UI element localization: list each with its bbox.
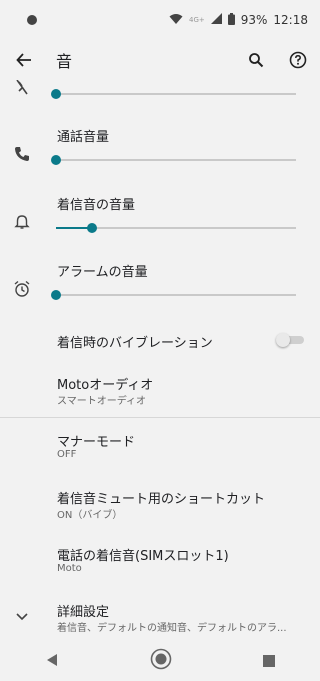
alarm-clock-icon (12, 279, 32, 299)
mute-shortcut-row[interactable]: 着信音ミュート用のショートカット ON（バイブ） (0, 482, 320, 526)
slider-track (56, 93, 296, 95)
nav-home-button[interactable] (150, 648, 172, 674)
alarm-volume-row: アラームの音量 (0, 255, 320, 309)
call-volume-label: 通話音量 (57, 130, 110, 145)
back-button[interactable] (10, 46, 38, 74)
ringtone-sub: Moto (57, 563, 82, 574)
slider-thumb[interactable] (51, 155, 61, 165)
ringtone-row[interactable]: 電話の着信音(SIMスロット1) Moto (0, 539, 320, 583)
phone-icon (12, 144, 32, 164)
search-icon (249, 53, 264, 68)
camera-dot-icon (27, 15, 37, 25)
slider-thumb[interactable] (87, 223, 97, 233)
media-muted-icon (12, 80, 32, 98)
call-volume-slider[interactable] (51, 154, 296, 166)
advanced-row[interactable]: 詳細設定 着信音、デフォルトの通知音、デフォルトのアラ... (0, 595, 320, 639)
manner-mode-row[interactable]: マナーモード OFF (0, 425, 320, 469)
back-arrow-icon (16, 53, 31, 67)
alarm-volume-slider[interactable] (51, 289, 296, 301)
vibrate-toggle[interactable] (276, 333, 304, 347)
nav-home-icon (150, 648, 172, 670)
help-button[interactable] (286, 48, 310, 72)
slider-thumb[interactable] (51, 89, 61, 99)
vibrate-label: 着信時のバイブレーション (57, 336, 213, 351)
search-button[interactable] (244, 48, 268, 72)
navigation-bar (0, 641, 320, 681)
battery-percent: 93% (240, 13, 268, 27)
wifi-icon (169, 13, 183, 28)
moto-audio-sub: スマートオーディオ (57, 396, 146, 407)
slider-track (56, 159, 296, 161)
mute-shortcut-label: 着信音ミュート用のショートカット (57, 492, 266, 507)
mute-shortcut-sub: ON（バイブ） (57, 510, 123, 521)
status-bar: 4G+ 93% 12:18 (0, 0, 320, 40)
status-left (12, 15, 52, 25)
divider (0, 417, 320, 418)
settings-list[interactable]: 通話音量 着信音の音量 アラームの音量 着信時のバイブレーション Motoオーデ… (0, 80, 320, 640)
battery-icon (227, 12, 235, 28)
media-volume-slider[interactable] (51, 88, 296, 100)
network-type: 4G+ (188, 16, 205, 24)
help-icon (289, 51, 307, 69)
call-volume-row: 通話音量 (0, 120, 320, 174)
nav-recents-button[interactable] (262, 652, 275, 671)
toggle-knob (276, 333, 290, 347)
advanced-label: 詳細設定 (57, 605, 110, 620)
bell-icon (12, 212, 32, 232)
media-volume-row (0, 80, 320, 108)
vibrate-row[interactable]: 着信時のバイブレーション (0, 322, 320, 358)
slider-thumb[interactable] (51, 290, 61, 300)
ring-volume-label: 着信音の音量 (57, 198, 136, 213)
nav-back-button[interactable] (45, 652, 59, 671)
moto-audio-row[interactable]: Motoオーディオ スマートオーディオ (0, 368, 320, 412)
nav-back-icon (47, 653, 58, 666)
chevron-down-icon (12, 607, 32, 627)
ringtone-label: 電話の着信音(SIMスロット1) (57, 549, 229, 564)
signal-icon (210, 13, 222, 27)
alarm-volume-label: アラームの音量 (57, 265, 148, 280)
nav-recents-icon (262, 654, 275, 667)
manner-mode-sub: OFF (57, 449, 77, 460)
moto-audio-label: Motoオーディオ (57, 378, 154, 393)
page-title: 音 (56, 52, 73, 71)
app-bar-actions (244, 48, 310, 72)
ring-volume-row: 着信音の音量 (0, 188, 320, 242)
clock: 12:18 (273, 13, 308, 27)
manner-mode-label: マナーモード (57, 435, 136, 450)
ring-volume-slider[interactable] (56, 222, 296, 234)
advanced-sub: 着信音、デフォルトの通知音、デフォルトのアラ... (57, 623, 287, 634)
status-right: 4G+ 93% 12:18 (169, 12, 308, 28)
slider-track (56, 294, 296, 296)
app-bar: 音 (0, 40, 320, 80)
